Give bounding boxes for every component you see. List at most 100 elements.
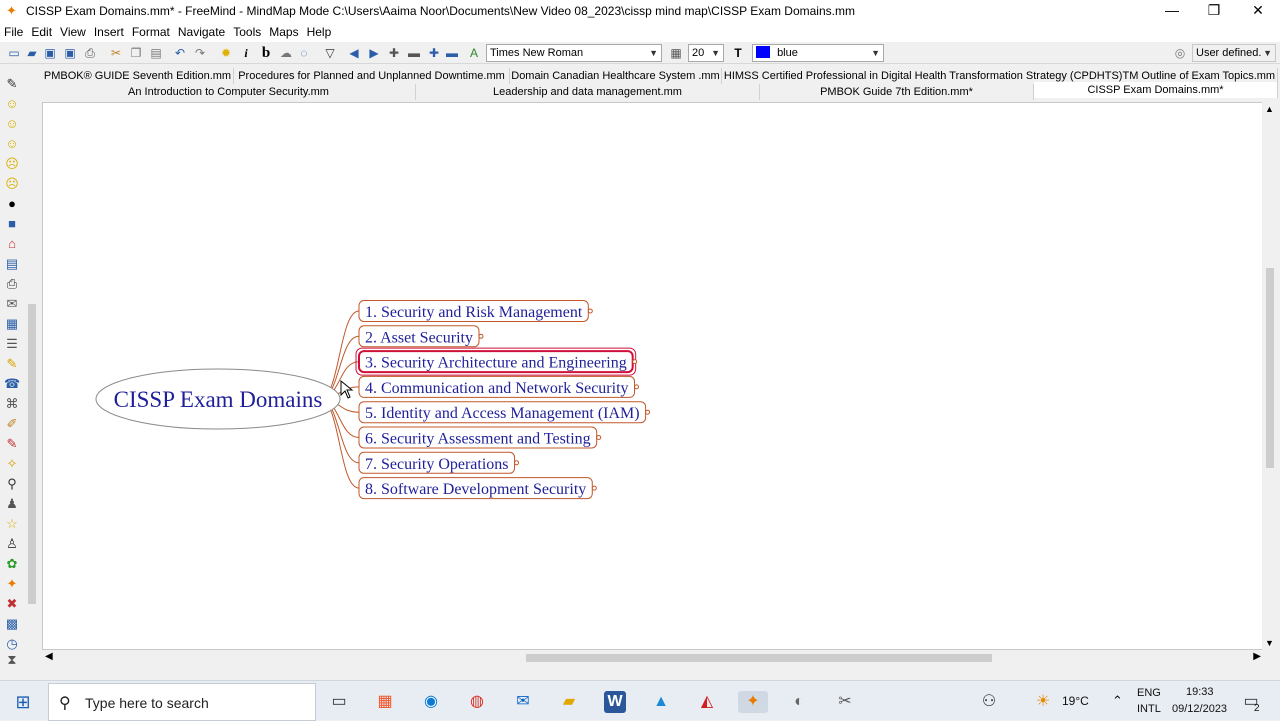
mindmap-canvas[interactable]: CISSP Exam Domains 1. Security and Risk … xyxy=(42,102,1264,650)
save-icon[interactable]: ▣ xyxy=(42,45,58,61)
mindmap-node-label[interactable]: 8. Software Development Security xyxy=(365,481,586,498)
chrome-icon[interactable]: ◍ xyxy=(466,691,488,713)
previous-icon[interactable]: ◀ xyxy=(346,45,362,61)
mindmap-node[interactable]: 4. Communication and Network Security xyxy=(358,375,640,398)
mindmap-node-label[interactable]: 2. Asset Security xyxy=(365,329,473,346)
copy-icon[interactable]: ❐ xyxy=(128,45,144,61)
zoom-out-icon[interactable]: ▬ xyxy=(406,45,422,61)
lightbulb-icon[interactable]: ✹ xyxy=(218,45,234,61)
note-icon[interactable]: ✎ xyxy=(4,356,20,372)
eraser-icon[interactable]: ✎ xyxy=(4,76,20,92)
italic-button[interactable]: i xyxy=(238,45,254,61)
fold-handle-icon[interactable] xyxy=(634,384,640,390)
fold-handle-icon[interactable] xyxy=(587,308,593,314)
hourglass-icon[interactable]: ⧗ xyxy=(4,652,20,668)
paint-icon[interactable]: ◐ xyxy=(788,691,810,713)
menu-insert[interactable]: Insert xyxy=(94,25,124,39)
chevron-up-icon[interactable]: ⌃ xyxy=(1112,693,1123,709)
taskbar-search[interactable]: ⚲ Type here to search xyxy=(48,683,316,721)
number-12-icon[interactable]: ▩ xyxy=(4,616,20,632)
edge-browser-icon[interactable]: ◉ xyxy=(420,691,442,713)
magnifier-icon[interactable]: ⚲ xyxy=(4,476,20,492)
tab-pmbok-seventh[interactable]: PMBOK® GUIDE Seventh Edition.mm xyxy=(42,68,234,84)
mindmap-node-label[interactable]: 1. Security and Risk Management xyxy=(365,304,583,321)
people-icon[interactable]: ⚇ xyxy=(978,691,1000,713)
microsoft-store-icon[interactable]: ▦ xyxy=(374,691,396,713)
flower-icon[interactable]: ✿ xyxy=(4,556,20,572)
redo-icon[interactable]: ↷ xyxy=(192,45,208,61)
grin-icon[interactable]: ☺ xyxy=(4,136,20,152)
task-view-icon[interactable]: ▭ xyxy=(328,691,350,713)
fold-handle-icon[interactable] xyxy=(478,333,484,339)
mindmap-node-label[interactable]: 7. Security Operations xyxy=(365,456,509,473)
scroll-right-icon[interactable]: ▶ xyxy=(1253,651,1261,662)
linux-icon[interactable]: ♙ xyxy=(4,536,20,552)
close-button[interactable]: ✕ xyxy=(1236,0,1280,22)
clock-date[interactable]: 09/12/2023 xyxy=(1172,703,1227,715)
clock-time[interactable]: 19:33 xyxy=(1186,686,1214,698)
star-icon[interactable]: ☆ xyxy=(4,516,20,532)
fold-handle-icon[interactable] xyxy=(632,359,638,365)
book-icon[interactable]: ■ xyxy=(4,216,20,232)
fold-handle-icon[interactable] xyxy=(514,460,520,466)
weather-temperature[interactable]: 19°C xyxy=(1062,694,1089,708)
maximize-button[interactable]: ❐ xyxy=(1192,0,1236,22)
save-as-icon[interactable]: ▣ xyxy=(62,45,78,61)
tab-pmbok-7th[interactable]: PMBOK Guide 7th Edition.mm* xyxy=(760,84,1034,100)
mindmap-node-label[interactable]: 5. Identity and Access Management (IAM) xyxy=(365,405,640,422)
fold-handle-icon[interactable] xyxy=(596,435,602,440)
scroll-left-icon[interactable]: ◀ xyxy=(45,651,53,662)
mindmap-svg[interactable]: CISSP Exam Domains 1. Security and Risk … xyxy=(43,103,1264,650)
cut-icon[interactable]: ✂ xyxy=(108,45,124,61)
root-node[interactable]: CISSP Exam Domains xyxy=(114,387,323,412)
font-settings-icon[interactable]: ▦ xyxy=(668,45,684,61)
vertical-scrollbar-thumb[interactable] xyxy=(1266,268,1274,468)
windows-start-icon[interactable]: ⊞ xyxy=(12,691,34,713)
pencil-icon[interactable]: ✐ xyxy=(4,416,20,432)
new-map-icon[interactable]: ▭ xyxy=(6,45,22,61)
minimize-button[interactable]: — xyxy=(1150,0,1194,22)
butterfly-icon[interactable]: ✦ xyxy=(4,576,20,592)
smiley-icon[interactable]: ☺ xyxy=(4,96,20,112)
mindmap-node[interactable]: 2. Asset Security xyxy=(358,325,484,348)
folder-icon[interactable]: ▤ xyxy=(4,256,20,272)
menu-format[interactable]: Format xyxy=(132,25,170,39)
speech-bubble-icon[interactable]: ◌ xyxy=(296,45,312,61)
filter-icon[interactable]: ▽ xyxy=(322,45,338,61)
mindmap-node-label[interactable]: 3. Security Architecture and Engineering xyxy=(365,355,627,372)
snipping-tool-icon[interactable]: ✂ xyxy=(834,691,856,713)
vertical-scrollbar[interactable]: ▲ ▼ xyxy=(1262,102,1278,650)
horizontal-scrollbar-thumb[interactable] xyxy=(526,654,992,662)
tab-planned-downtime[interactable]: Procedures for Planned and Unplanned Dow… xyxy=(234,68,510,84)
bomb-icon[interactable]: ● xyxy=(4,196,20,212)
menu-navigate[interactable]: Navigate xyxy=(178,25,225,39)
color-select[interactable]: blue ▼ xyxy=(752,44,884,62)
mail-icon[interactable]: ✉ xyxy=(4,296,20,312)
paperclip-icon[interactable]: ⌘ xyxy=(4,396,20,412)
menu-tools[interactable]: Tools xyxy=(233,25,261,39)
menu-maps[interactable]: Maps xyxy=(269,25,298,39)
chess-icon[interactable]: ♟ xyxy=(4,496,20,512)
printer-icon[interactable]: ⎙ xyxy=(4,276,20,292)
mindmap-node[interactable]: 3. Security Architecture and Engineering xyxy=(355,347,638,376)
acrobat-icon[interactable]: ◭ xyxy=(696,691,718,713)
wand-icon[interactable]: ✧ xyxy=(4,456,20,472)
menu-help[interactable]: Help xyxy=(307,25,332,39)
scroll-down-icon[interactable]: ▼ xyxy=(1265,638,1274,648)
weather-icon[interactable]: ☀ xyxy=(1032,691,1054,713)
bold-button[interactable]: b xyxy=(258,45,274,61)
unfold-icon[interactable]: ▬ xyxy=(444,45,460,61)
scroll-up-icon[interactable]: ▲ xyxy=(1265,104,1274,114)
search-icon[interactable]: ◎ xyxy=(1172,45,1188,61)
mindmap-node[interactable]: 7. Security Operations xyxy=(358,451,520,474)
menu-file[interactable]: File xyxy=(4,25,23,39)
sad-face-icon[interactable]: ☹ xyxy=(4,176,20,192)
fold-handle-icon[interactable] xyxy=(591,485,597,491)
home-icon[interactable]: ⌂ xyxy=(4,236,20,252)
fold-handle-icon[interactable] xyxy=(645,409,651,415)
auto-layout-icon[interactable]: A xyxy=(466,45,482,61)
zoom-in-icon[interactable]: ✚ xyxy=(386,45,402,61)
tab-leadership[interactable]: Leadership and data management.mm xyxy=(416,84,760,100)
font-family-select[interactable]: Times New Roman ▼ xyxy=(486,44,662,62)
list-icon[interactable]: ☰ xyxy=(4,336,20,352)
